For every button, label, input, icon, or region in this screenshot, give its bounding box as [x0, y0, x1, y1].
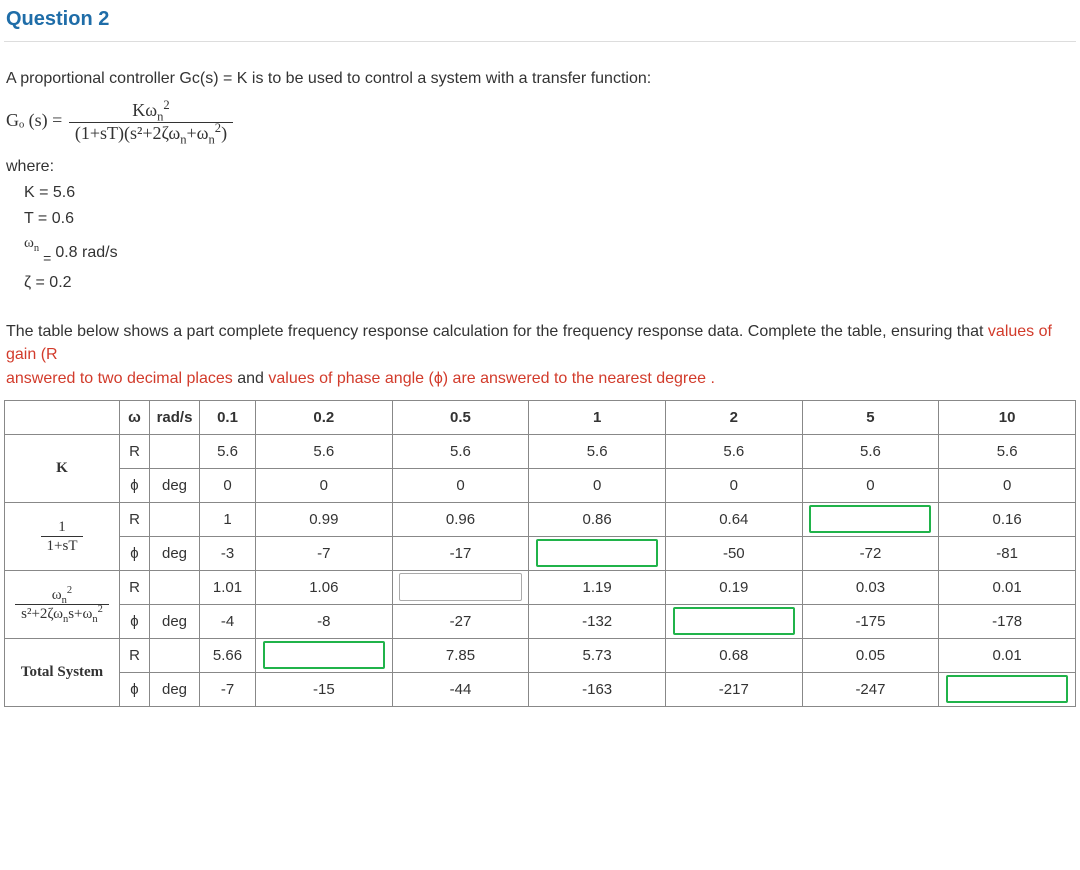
tf-lhs: Gₒ (s) = — [6, 110, 62, 130]
answer-input[interactable] — [263, 641, 385, 669]
answer-input[interactable] — [399, 573, 521, 601]
param-K: K = 5.6 — [24, 184, 1076, 202]
param-list: K = 5.6 T = 0.6 ωn = 0.8 rad/s ζ = 0.2 — [24, 184, 1076, 292]
tf-den-a: (1+sT)(s²+2ζω — [75, 123, 180, 143]
row-lag: 11+sT — [5, 502, 120, 570]
where-label: where: — [6, 158, 1076, 176]
answer-input[interactable] — [536, 539, 658, 567]
row-total: Total System — [5, 638, 120, 706]
param-zeta: ζ = 0.2 — [24, 274, 1076, 292]
intro-text: A proportional controller Gc(s) = K is t… — [6, 70, 1076, 88]
tf-num: Kω — [132, 100, 157, 120]
blank-head — [5, 400, 120, 434]
param-wn: ωn = 0.8 rad/s — [24, 236, 1076, 266]
answer-input[interactable] — [946, 675, 1068, 703]
question-title: Question 2 — [6, 8, 1076, 31]
param-T: T = 0.6 — [24, 210, 1076, 228]
transfer-function: Gₒ (s) = Kωn2 (1+sT)(s²+2ζωn+ωn2) — [6, 100, 1076, 144]
answer-input[interactable] — [673, 607, 795, 635]
frequency-table: ωrad/s0.10.20.512510KR5.65.65.65.65.65.6… — [4, 400, 1076, 707]
divider — [4, 41, 1076, 42]
row-K: K — [5, 434, 120, 502]
instruction-text: The table below shows a part complete fr… — [6, 320, 1076, 390]
answer-input[interactable] — [809, 505, 931, 533]
row-second-order: ωn2s²+2ζωns+ωn2 — [5, 570, 120, 638]
